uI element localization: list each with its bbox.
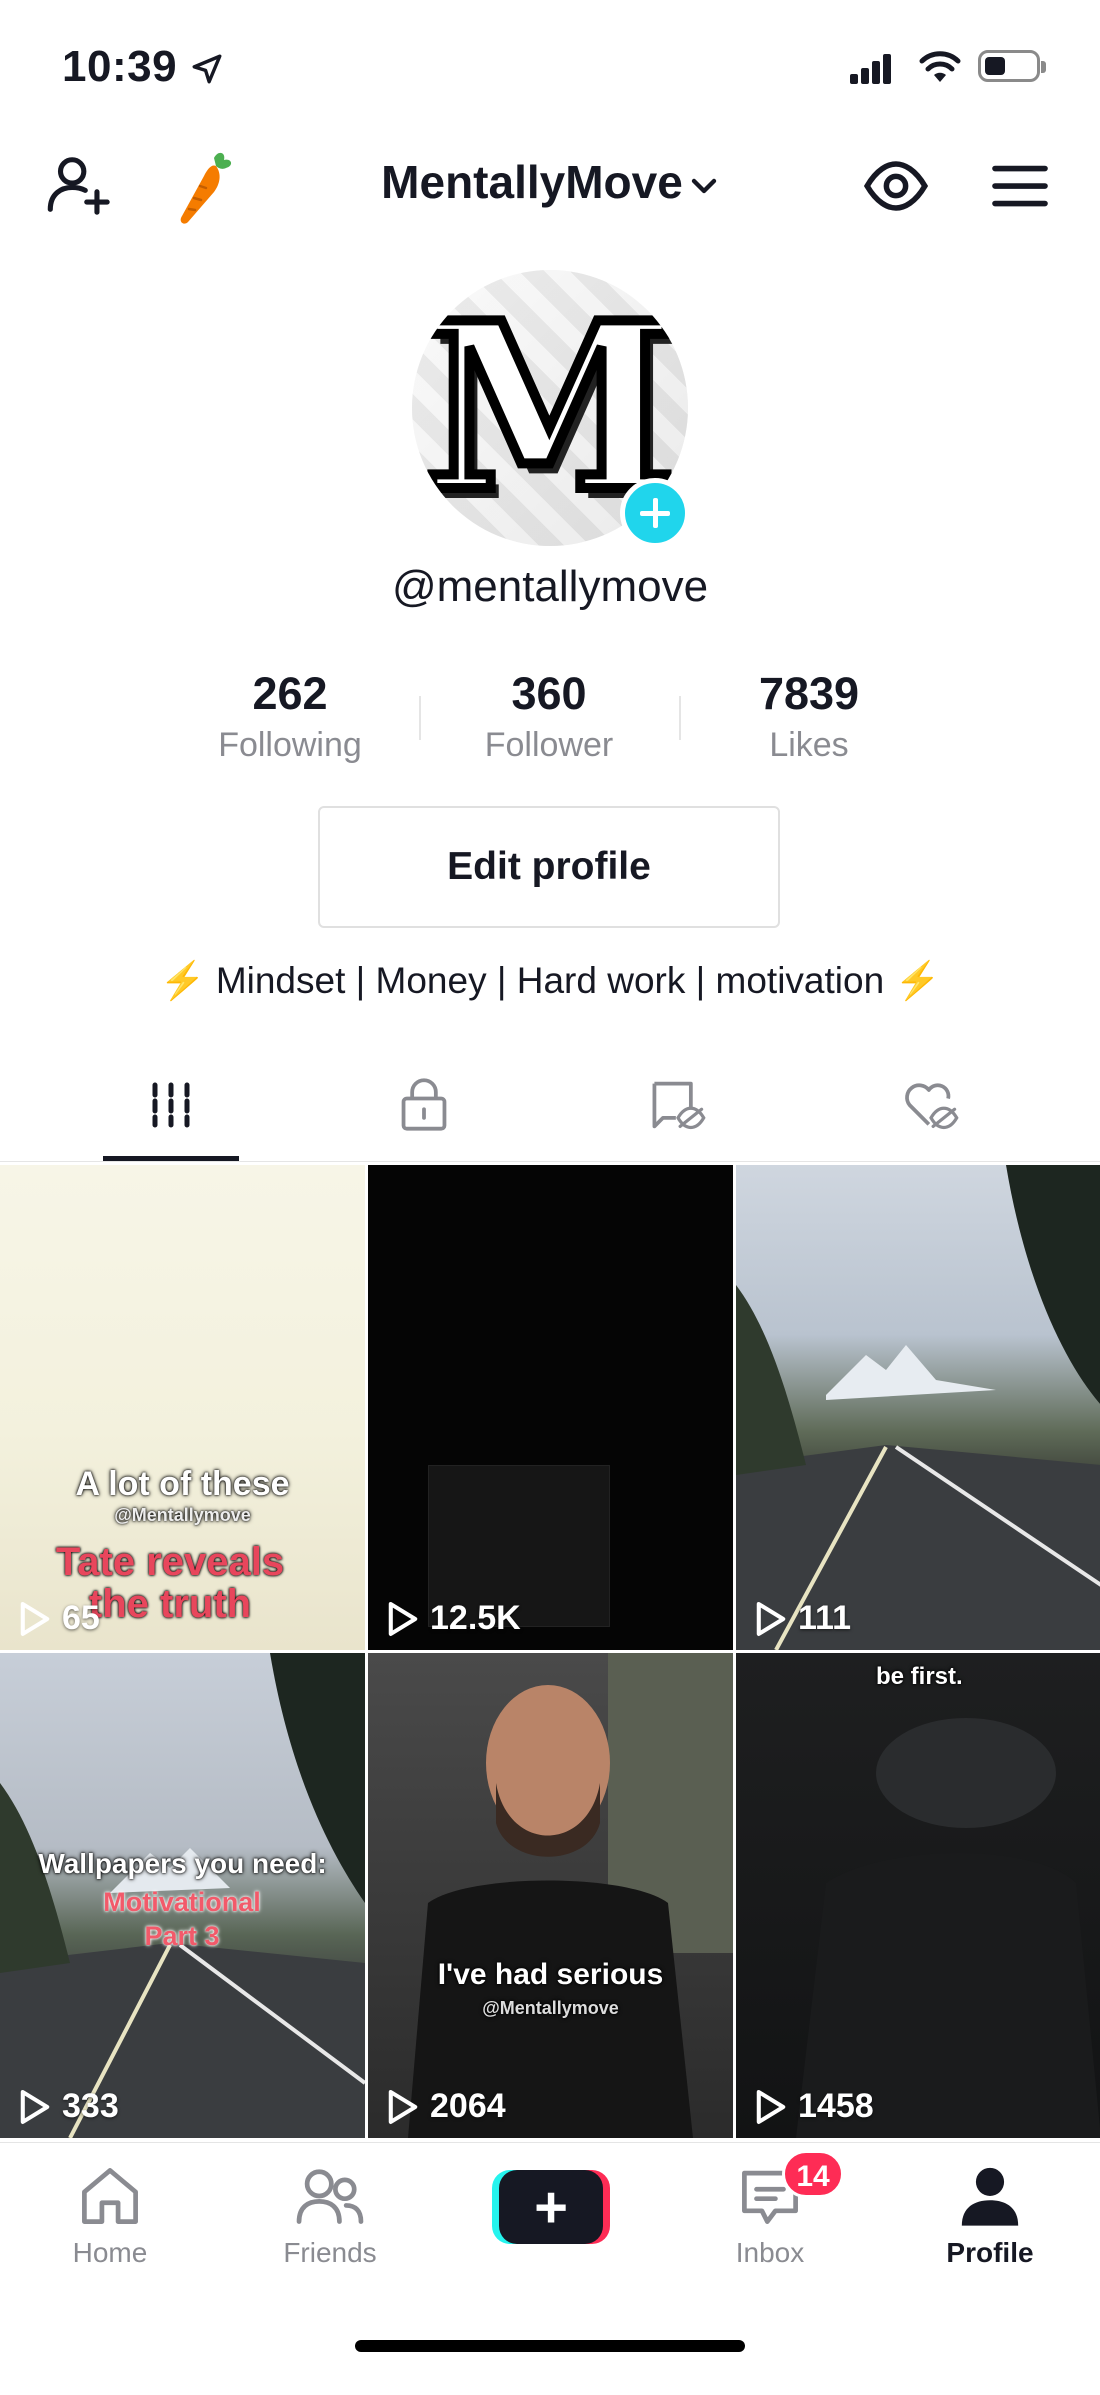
video-thumbnail[interactable]: 111 bbox=[736, 1165, 1100, 1650]
battery-icon bbox=[978, 50, 1046, 82]
stat-following[interactable]: 262 Following bbox=[190, 668, 390, 765]
video-caption: A lot of these bbox=[75, 1465, 290, 1503]
bio: ⚡ Mindset | Money | Hard work | motivati… bbox=[0, 960, 1100, 1003]
video-thumbnail[interactable]: 12.5K bbox=[368, 1165, 733, 1650]
person-graphic bbox=[408, 1653, 733, 2138]
nav-inbox-label: Inbox bbox=[735, 2237, 805, 2268]
stat-label: Follower bbox=[484, 726, 614, 764]
nav-profile[interactable]: Profile bbox=[910, 2161, 1070, 2269]
lock-icon bbox=[401, 1077, 446, 1131]
video-watermark: @Mentallymove bbox=[482, 1998, 619, 2018]
view-count: 1458 bbox=[754, 2087, 874, 2126]
add-avatar-plus-icon[interactable] bbox=[620, 478, 690, 548]
view-count-value: 111 bbox=[798, 1599, 851, 1637]
video-caption-highlight: Motivational Part 3 bbox=[103, 1887, 261, 1951]
stat-divider bbox=[679, 696, 681, 740]
chevron-down-icon bbox=[691, 178, 716, 194]
play-icon bbox=[388, 1601, 418, 1636]
video-thumbnail[interactable]: be first. 1458 bbox=[736, 1653, 1100, 2138]
stat-label: Likes bbox=[769, 726, 849, 764]
cellular-signal-icon bbox=[850, 52, 891, 84]
status-time: 10:39 bbox=[62, 42, 178, 91]
plus-icon: + bbox=[499, 2170, 603, 2244]
view-count: 65 bbox=[18, 1599, 100, 1638]
friends-icon bbox=[296, 2169, 364, 2224]
video-thumbnail[interactable]: A lot of these @Mentallymove Tate reveal… bbox=[0, 1165, 365, 1650]
home-icon bbox=[82, 2168, 138, 2224]
stat-value: 360 bbox=[511, 668, 587, 719]
tab-liked[interactable] bbox=[843, 1052, 1018, 1157]
edit-profile-button[interactable]: Edit profile bbox=[318, 806, 780, 928]
bio-text: Mindset | Money | Hard work | motivation bbox=[215, 960, 885, 1001]
video-thumbnail[interactable]: I've had serious @Mentallymove 2064 bbox=[368, 1653, 733, 2138]
video-watermark: @Mentallymove bbox=[114, 1505, 251, 1525]
nav-home[interactable]: Home bbox=[30, 2161, 190, 2269]
lightning-emoji: ⚡ bbox=[159, 960, 206, 1001]
view-count: 12.5K bbox=[386, 1599, 521, 1638]
liked-hidden-icon bbox=[904, 1082, 959, 1129]
videos-grid-icon bbox=[152, 1082, 189, 1127]
play-icon bbox=[756, 2089, 786, 2124]
tagged-hidden-icon bbox=[652, 1081, 706, 1129]
inbox-badge: 14 bbox=[782, 2150, 844, 2198]
play-icon bbox=[20, 2089, 50, 2124]
video-caption: Wallpapers you need: bbox=[38, 1848, 327, 1879]
tab-private[interactable] bbox=[336, 1052, 511, 1157]
nav-friends[interactable]: Friends bbox=[250, 2161, 410, 2269]
eye-icon[interactable] bbox=[856, 146, 936, 226]
lightning-emoji: ⚡ bbox=[894, 960, 941, 1001]
view-count-value: 2064 bbox=[430, 2087, 506, 2125]
person-graphic bbox=[796, 1718, 1100, 2138]
view-count-value: 65 bbox=[62, 1599, 100, 1637]
home-indicator[interactable] bbox=[355, 2340, 745, 2352]
location-arrow-icon bbox=[192, 54, 222, 84]
video-thumbnail[interactable]: Wallpapers you need: Motivational Part 3… bbox=[0, 1653, 365, 2138]
create-video-button[interactable]: + bbox=[492, 2170, 610, 2244]
profile-icon bbox=[961, 2167, 1019, 2226]
stat-likes[interactable]: 7839 Likes bbox=[709, 668, 909, 765]
header-username: MentallyMove bbox=[381, 156, 683, 208]
video-caption: be first. bbox=[876, 1663, 963, 1690]
tab-tagged[interactable] bbox=[590, 1052, 765, 1157]
tabs-divider bbox=[0, 1161, 1100, 1162]
view-count-value: 12.5K bbox=[430, 1599, 521, 1637]
view-count: 111 bbox=[754, 1599, 851, 1638]
nav-friends-label: Friends bbox=[283, 2237, 377, 2268]
stat-value: 7839 bbox=[758, 668, 860, 719]
view-count-value: 333 bbox=[62, 2087, 119, 2125]
stat-follower[interactable]: 360 Follower bbox=[449, 668, 649, 765]
menu-icon[interactable] bbox=[980, 146, 1060, 226]
wifi-icon bbox=[919, 51, 961, 82]
video-caption: I've had serious bbox=[437, 1958, 664, 1991]
tab-videos[interactable] bbox=[83, 1052, 258, 1157]
road-scene-graphic bbox=[736, 1165, 1100, 1650]
stat-label: Following bbox=[218, 726, 362, 764]
nav-home-label: Home bbox=[72, 2237, 148, 2268]
play-icon bbox=[388, 2089, 418, 2124]
stat-value: 262 bbox=[252, 668, 328, 719]
profile-handle: @mentallymove bbox=[391, 562, 709, 611]
view-count-value: 1458 bbox=[798, 2087, 874, 2125]
play-icon bbox=[20, 1601, 50, 1636]
play-icon bbox=[756, 1601, 786, 1636]
view-count: 333 bbox=[18, 2087, 119, 2126]
nav-profile-label: Profile bbox=[946, 2237, 1034, 2268]
view-count: 2064 bbox=[386, 2087, 506, 2126]
stat-divider bbox=[419, 696, 421, 740]
